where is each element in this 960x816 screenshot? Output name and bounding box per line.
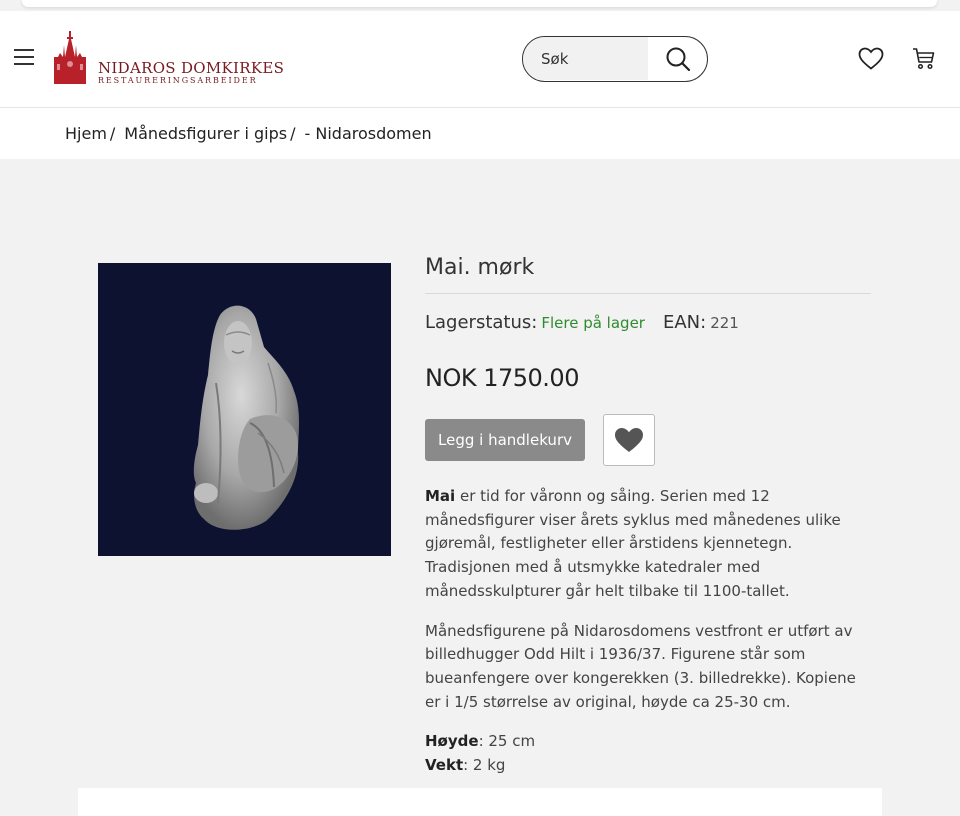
cart-icon[interactable] bbox=[912, 47, 936, 71]
search-box bbox=[522, 36, 708, 82]
breadcrumb: Hjem / Månedsfigurer i gips / - Nidarosdomen bbox=[0, 108, 960, 159]
ean-label: EAN: bbox=[662, 312, 707, 333]
top-strip-bar bbox=[22, 0, 937, 7]
site-header: NIDAROS DOMKIRKES RESTAURERINGSARBEIDER bbox=[0, 11, 960, 108]
description-paragraph-1: Mai er tid for våronn og såing. Serien m… bbox=[425, 485, 875, 604]
ean-value: 221 bbox=[710, 314, 739, 332]
spec-height: Høyde: 25 cm bbox=[425, 730, 535, 754]
title-divider bbox=[425, 293, 871, 294]
breadcrumb-item: - Nidarosdomen bbox=[305, 124, 432, 143]
logo-name: NIDAROS DOMKIRKES bbox=[98, 59, 285, 77]
breadcrumb-link[interactable]: Månedsfigurer i gips bbox=[124, 124, 287, 143]
breadcrumb-link[interactable]: Hjem bbox=[65, 124, 107, 143]
stock-label: Lagerstatus: bbox=[425, 312, 538, 333]
spec-height-label: Høyde bbox=[425, 732, 479, 750]
spec-height-value: : 25 cm bbox=[478, 732, 536, 750]
cathedral-logo-icon bbox=[54, 31, 86, 84]
spec-weight-label: Vekt bbox=[425, 755, 464, 774]
logo[interactable]: NIDAROS DOMKIRKES RESTAURERINGSARBEIDER bbox=[52, 31, 284, 87]
breadcrumb-item: Hjem / bbox=[65, 124, 124, 143]
add-to-wishlist-button[interactable] bbox=[603, 414, 655, 466]
statue-figure-image bbox=[193, 305, 299, 530]
search-input[interactable] bbox=[523, 37, 648, 80]
add-to-cart-button[interactable]: Legg i handlekurv bbox=[425, 419, 585, 461]
spec-weight-value: : 2 kg bbox=[463, 755, 506, 774]
description-paragraph-2: Månedsfigurene på Nidarosdomens vestfron… bbox=[425, 621, 856, 711]
product-description: Mai er tid for våronn og såing. Serien m… bbox=[425, 485, 875, 730]
description-lead: Mai bbox=[425, 487, 456, 505]
search-button[interactable] bbox=[648, 37, 707, 80]
spec-weight: Vekt: 2 kg bbox=[425, 754, 535, 778]
product-price: NOK 1750.00 bbox=[425, 364, 579, 392]
stock-info: Lagerstatus: Flere på lager EAN: 221 bbox=[425, 312, 739, 333]
description-text-1: er tid for våronn og såing. Serien med 1… bbox=[425, 487, 841, 600]
product-image[interactable] bbox=[98, 263, 391, 556]
top-strip bbox=[0, 0, 960, 11]
wishlist-heart-icon[interactable] bbox=[858, 47, 884, 71]
stock-status: Flere på lager bbox=[541, 314, 645, 332]
breadcrumb-separator: / bbox=[290, 124, 296, 143]
search-icon bbox=[666, 47, 691, 71]
breadcrumb-link[interactable]: - Nidarosdomen bbox=[305, 124, 432, 143]
heart-filled-icon bbox=[615, 428, 643, 452]
breadcrumb-separator: / bbox=[109, 124, 116, 143]
product-title: Mai. mørk bbox=[425, 255, 535, 280]
product-specs: Høyde: 25 cm Vekt: 2 kg bbox=[425, 730, 535, 777]
logo-subtitle: RESTAURERINGSARBEIDER bbox=[98, 76, 258, 85]
breadcrumb-item: Månedsfigurer i gips / bbox=[124, 124, 304, 143]
hamburger-menu-icon[interactable] bbox=[14, 49, 34, 65]
bottom-card bbox=[78, 788, 882, 816]
